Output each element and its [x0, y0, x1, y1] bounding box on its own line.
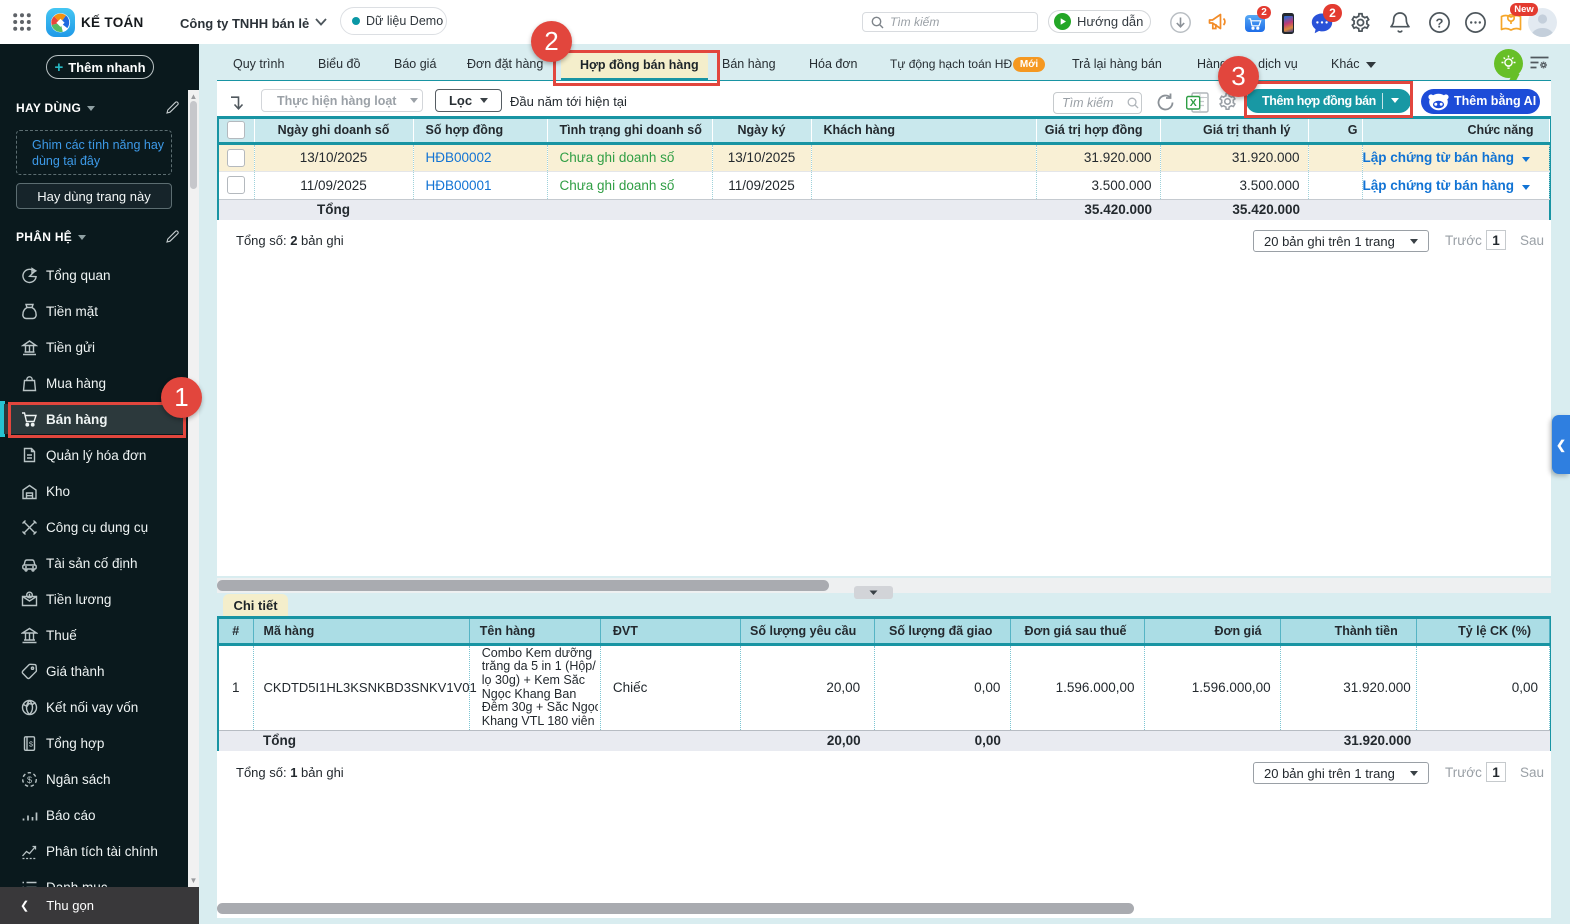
svg-text:X: X: [1190, 97, 1197, 109]
svg-text:$: $: [29, 739, 34, 748]
svg-text:?: ?: [1436, 15, 1444, 30]
svg-text:$: $: [27, 774, 32, 784]
